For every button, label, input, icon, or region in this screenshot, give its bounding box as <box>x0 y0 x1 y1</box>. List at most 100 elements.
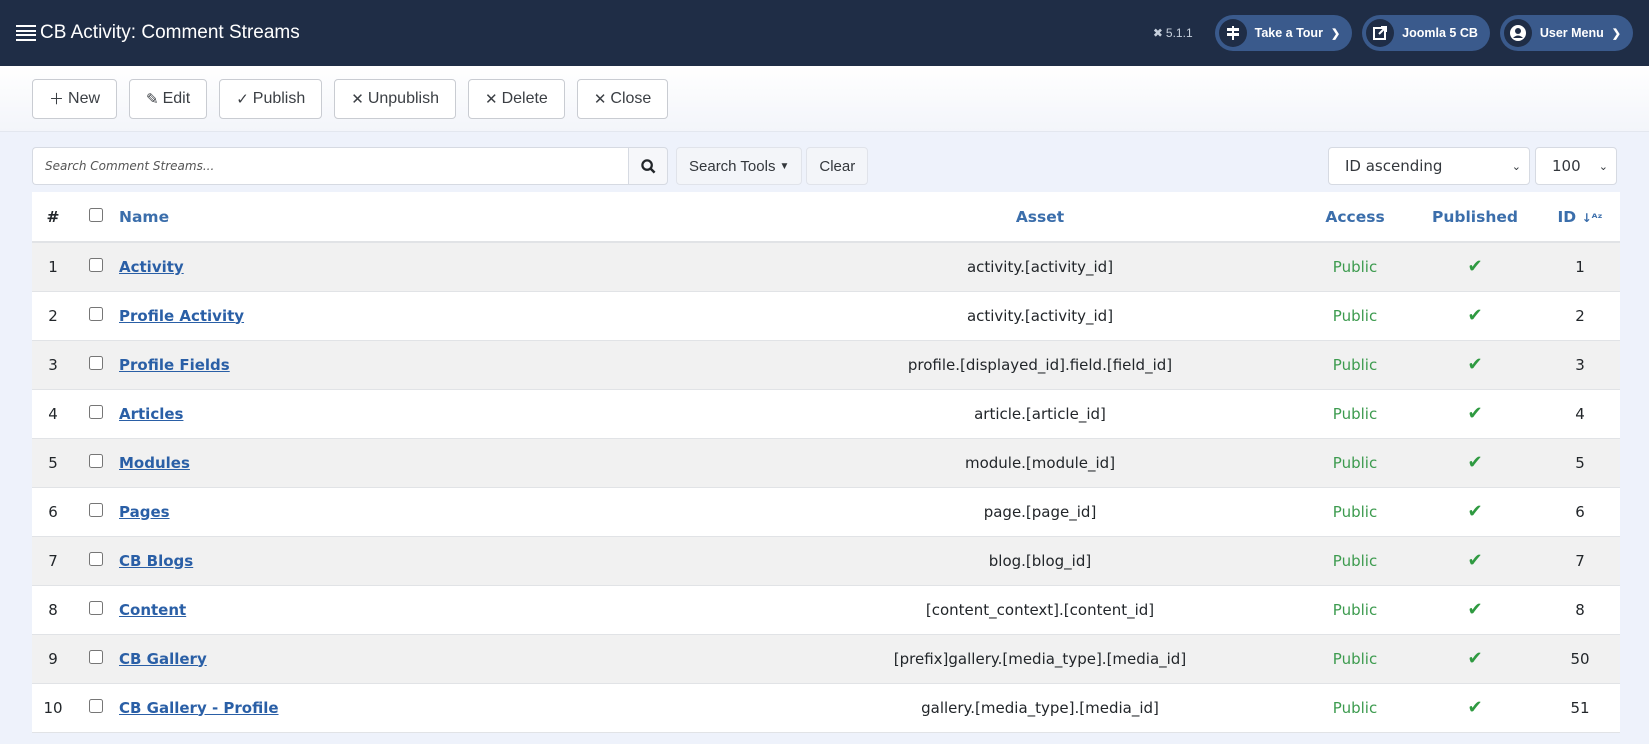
edit-button[interactable]: ✎ Edit <box>129 78 208 119</box>
row-access: Public <box>1300 242 1410 292</box>
row-name-link[interactable]: CB Gallery - Profile <box>119 699 279 717</box>
row-published-cell: ✔ <box>1410 340 1540 390</box>
signpost-icon <box>1218 19 1247 47</box>
row-checkbox[interactable] <box>89 649 103 664</box>
column-header-number: # <box>32 192 74 243</box>
row-id: 7 <box>1540 536 1620 586</box>
row-asset: [prefix]gallery.[media_type].[media_id] <box>780 634 1300 684</box>
published-check-icon[interactable]: ✔ <box>1467 305 1482 326</box>
publish-button[interactable]: ✓ Publish <box>219 78 323 119</box>
published-check-icon[interactable]: ✔ <box>1467 501 1482 522</box>
delete-button[interactable]: ✕ Delete <box>467 78 565 119</box>
row-id: 2 <box>1540 291 1620 341</box>
published-check-icon[interactable]: ✔ <box>1467 648 1482 669</box>
check-icon: ✓ <box>236 90 249 108</box>
search-group <box>32 147 668 185</box>
take-a-tour-button[interactable]: Take a Tour ❯ <box>1214 15 1353 51</box>
list-limit-select[interactable]: 100 ⌄ <box>1535 147 1617 185</box>
row-published-cell: ✔ <box>1410 291 1540 341</box>
row-name-cell: CB Gallery <box>118 634 780 684</box>
close-label: Close <box>610 89 652 107</box>
row-access: Public <box>1300 389 1410 439</box>
row-checkbox-cell <box>74 634 118 684</box>
row-name-link[interactable]: Profile Fields <box>119 356 230 374</box>
user-menu-button[interactable]: User Menu ❯ <box>1499 15 1633 51</box>
row-checkbox[interactable] <box>89 257 103 272</box>
column-header-name[interactable]: Name <box>118 192 780 243</box>
published-check-icon[interactable]: ✔ <box>1467 697 1482 718</box>
published-check-icon[interactable]: ✔ <box>1467 452 1482 473</box>
row-published-cell: ✔ <box>1410 585 1540 635</box>
user-menu-label: User Menu <box>1539 26 1604 40</box>
row-name-link[interactable]: Modules <box>119 454 190 472</box>
row-checkbox[interactable] <box>89 404 103 419</box>
row-checkbox[interactable] <box>89 355 103 370</box>
version-info: ✖ 5.1.1 <box>1153 26 1193 40</box>
row-asset: profile.[displayed_id].field.[field_id] <box>780 340 1300 390</box>
joomla-icon: ✖ <box>1152 26 1163 40</box>
unpublish-button[interactable]: ✕ Unpublish <box>334 78 456 119</box>
row-name-cell: Content <box>118 585 780 635</box>
row-name-link[interactable]: Articles <box>119 405 183 423</box>
new-button[interactable]: ＋ New <box>32 78 118 119</box>
row-checkbox[interactable] <box>89 306 103 321</box>
column-header-published[interactable]: Published <box>1410 192 1540 243</box>
row-name-cell: Profile Fields <box>118 340 780 390</box>
chevron-down-icon: ❯ <box>1330 27 1341 40</box>
column-header-access[interactable]: Access <box>1300 192 1410 243</box>
row-name-cell: Modules <box>118 438 780 488</box>
published-check-icon[interactable]: ✔ <box>1467 256 1482 277</box>
row-id: 1 <box>1540 242 1620 292</box>
row-checkbox-cell <box>74 683 118 733</box>
published-check-icon[interactable]: ✔ <box>1467 354 1482 375</box>
row-published-cell: ✔ <box>1410 536 1540 586</box>
search-icon <box>640 158 655 173</box>
times-icon: ✕ <box>484 90 498 108</box>
clear-button[interactable]: Clear <box>806 147 869 185</box>
row-id: 8 <box>1540 585 1620 635</box>
row-access: Public <box>1300 536 1410 586</box>
row-name-link[interactable]: Profile Activity <box>119 307 244 325</box>
row-name-link[interactable]: CB Blogs <box>119 552 193 570</box>
table-row: 1 Activity activity.[activity_id] Public ✔ 1 <box>32 242 1620 292</box>
search-input[interactable] <box>32 147 628 185</box>
row-asset: page.[page_id] <box>780 487 1300 537</box>
row-access: Public <box>1300 487 1410 537</box>
row-checkbox[interactable] <box>89 502 103 517</box>
plus-icon: ＋ <box>49 91 65 108</box>
row-name-link[interactable]: Activity <box>119 258 184 276</box>
published-check-icon[interactable]: ✔ <box>1467 403 1482 424</box>
page-title-text: CB Activity: Comment Streams <box>40 22 300 43</box>
row-name-link[interactable]: Pages <box>119 503 170 521</box>
table-row: 5 Modules module.[module_id] Public ✔ 5 <box>32 438 1620 488</box>
column-header-id[interactable]: ID ↓ᴬᶻ <box>1540 192 1620 243</box>
search-button[interactable] <box>628 147 668 185</box>
column-header-asset[interactable]: Asset <box>780 192 1300 243</box>
search-tools-button[interactable]: Search Tools ▼ <box>676 147 803 185</box>
publish-label: Publish <box>252 89 306 107</box>
row-checkbox[interactable] <box>89 600 103 615</box>
row-published-cell: ✔ <box>1410 487 1540 537</box>
sort-select[interactable]: ID ascending ⌄ <box>1328 147 1530 185</box>
row-checkbox[interactable] <box>89 698 103 713</box>
close-button[interactable]: ✕ Close <box>576 78 669 119</box>
user-circle-icon <box>1503 19 1532 47</box>
site-link-button[interactable]: Joomla 5 CB <box>1362 15 1490 51</box>
row-number: 6 <box>32 487 74 537</box>
row-checkbox[interactable] <box>89 551 103 566</box>
published-check-icon[interactable]: ✔ <box>1467 599 1482 620</box>
column-header-checkbox <box>74 192 118 243</box>
row-published-cell: ✔ <box>1410 242 1540 292</box>
row-checkbox-cell <box>74 487 118 537</box>
row-name-cell: Pages <box>118 487 780 537</box>
row-name-cell: CB Blogs <box>118 536 780 586</box>
select-all-checkbox[interactable] <box>89 207 103 222</box>
delete-label: Delete <box>501 89 548 107</box>
row-name-link[interactable]: Content <box>119 601 186 619</box>
row-name-cell: Articles <box>118 389 780 439</box>
row-checkbox[interactable] <box>89 453 103 468</box>
row-name-link[interactable]: CB Gallery <box>119 650 207 668</box>
row-name-cell: Activity <box>118 242 780 292</box>
published-check-icon[interactable]: ✔ <box>1467 550 1482 571</box>
row-number: 4 <box>32 389 74 439</box>
